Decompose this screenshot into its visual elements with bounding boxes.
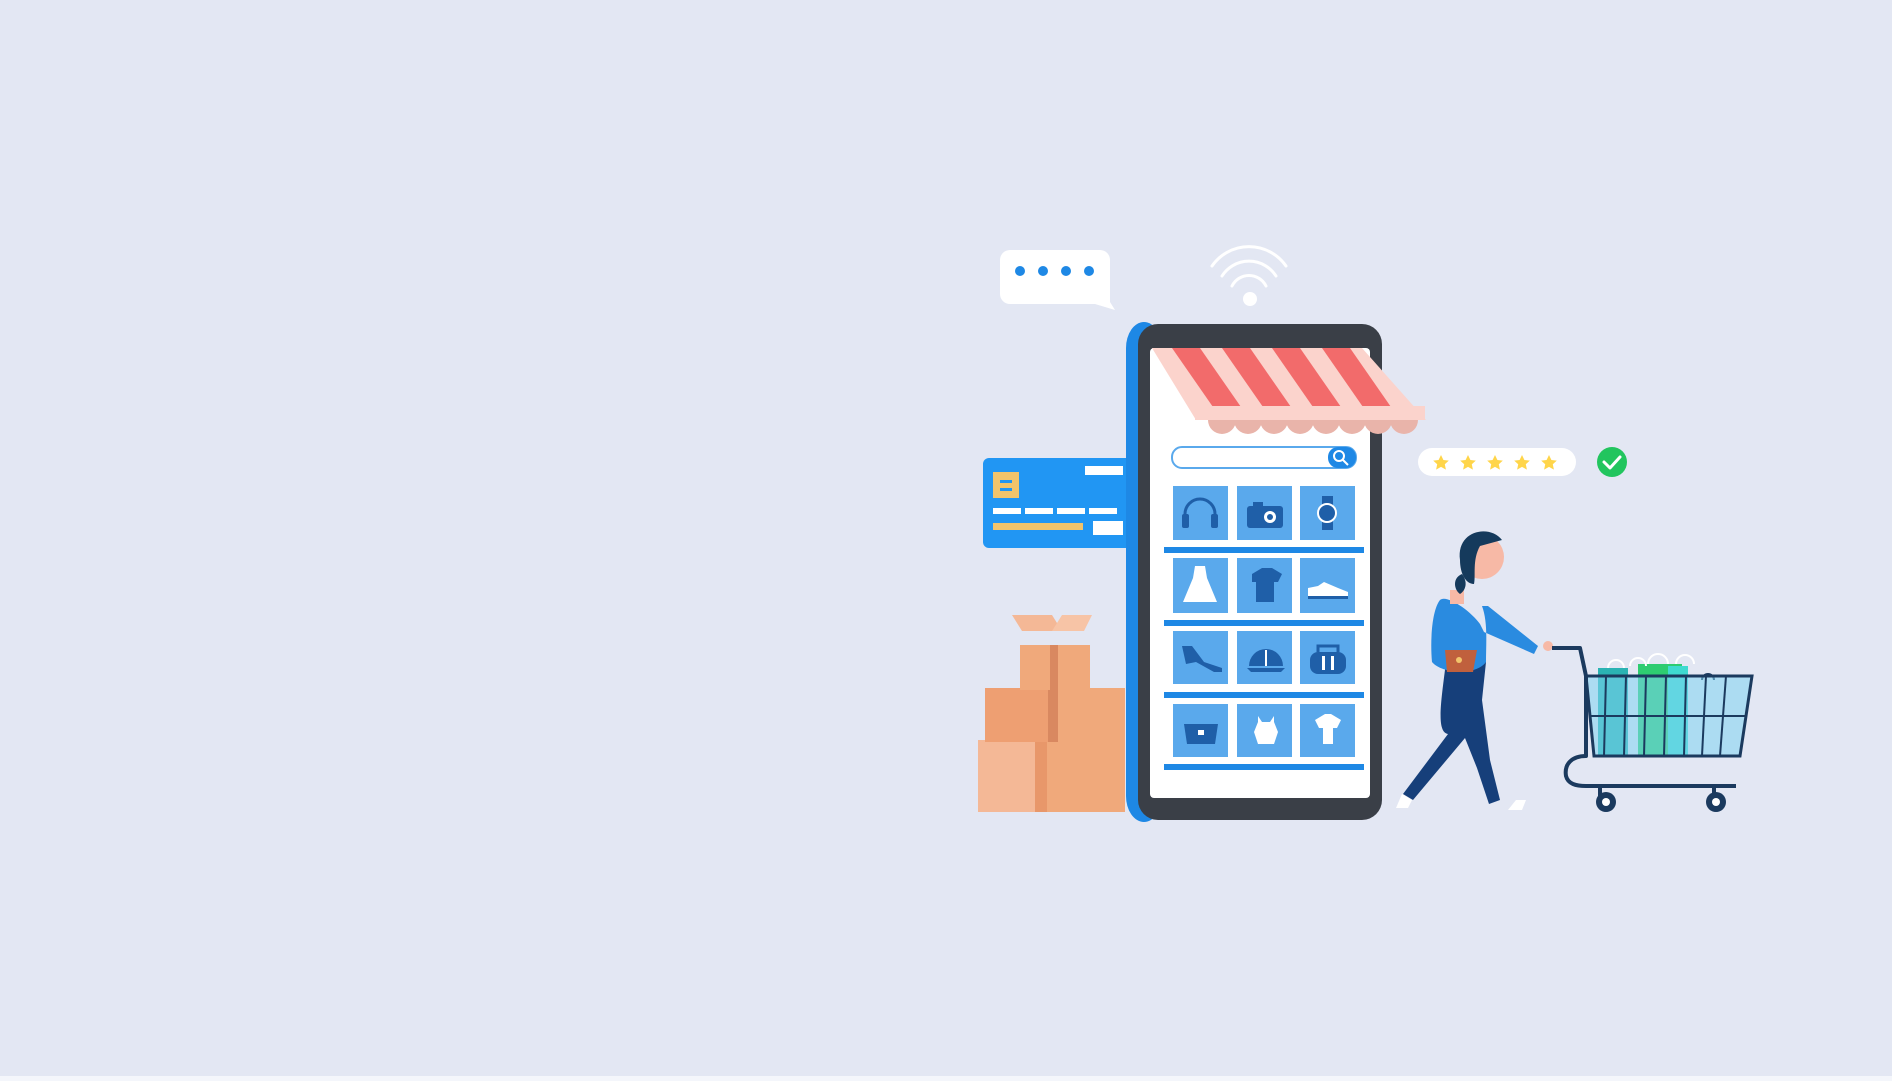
credit-card-icon [983, 458, 1145, 548]
chat-bubble-icon [1000, 250, 1115, 310]
shopping-cart-icon [1552, 646, 1754, 812]
headphones-icon [1173, 486, 1228, 540]
dress-icon [1173, 558, 1228, 613]
sneaker-icon [1300, 558, 1355, 613]
search-bar [1171, 446, 1357, 469]
top-icon [1237, 704, 1292, 757]
wifi-icon [1210, 245, 1288, 306]
watch-icon [1300, 486, 1355, 540]
online-shopping-illustration [978, 245, 1754, 822]
purse-icon [1173, 704, 1228, 757]
cap-icon [1237, 631, 1292, 684]
rating-stars [1418, 448, 1576, 476]
high-heel-icon [1173, 631, 1228, 684]
shopper-person [1396, 531, 1553, 810]
shirt-icon [1300, 704, 1355, 757]
package-boxes [978, 615, 1125, 812]
bottom-edge [0, 1076, 1892, 1081]
bag-icon [1300, 631, 1355, 684]
check-circle-icon [1597, 447, 1627, 477]
tshirt-icon [1237, 558, 1292, 613]
camera-icon [1237, 486, 1292, 540]
smartphone-storefront [1126, 322, 1426, 822]
